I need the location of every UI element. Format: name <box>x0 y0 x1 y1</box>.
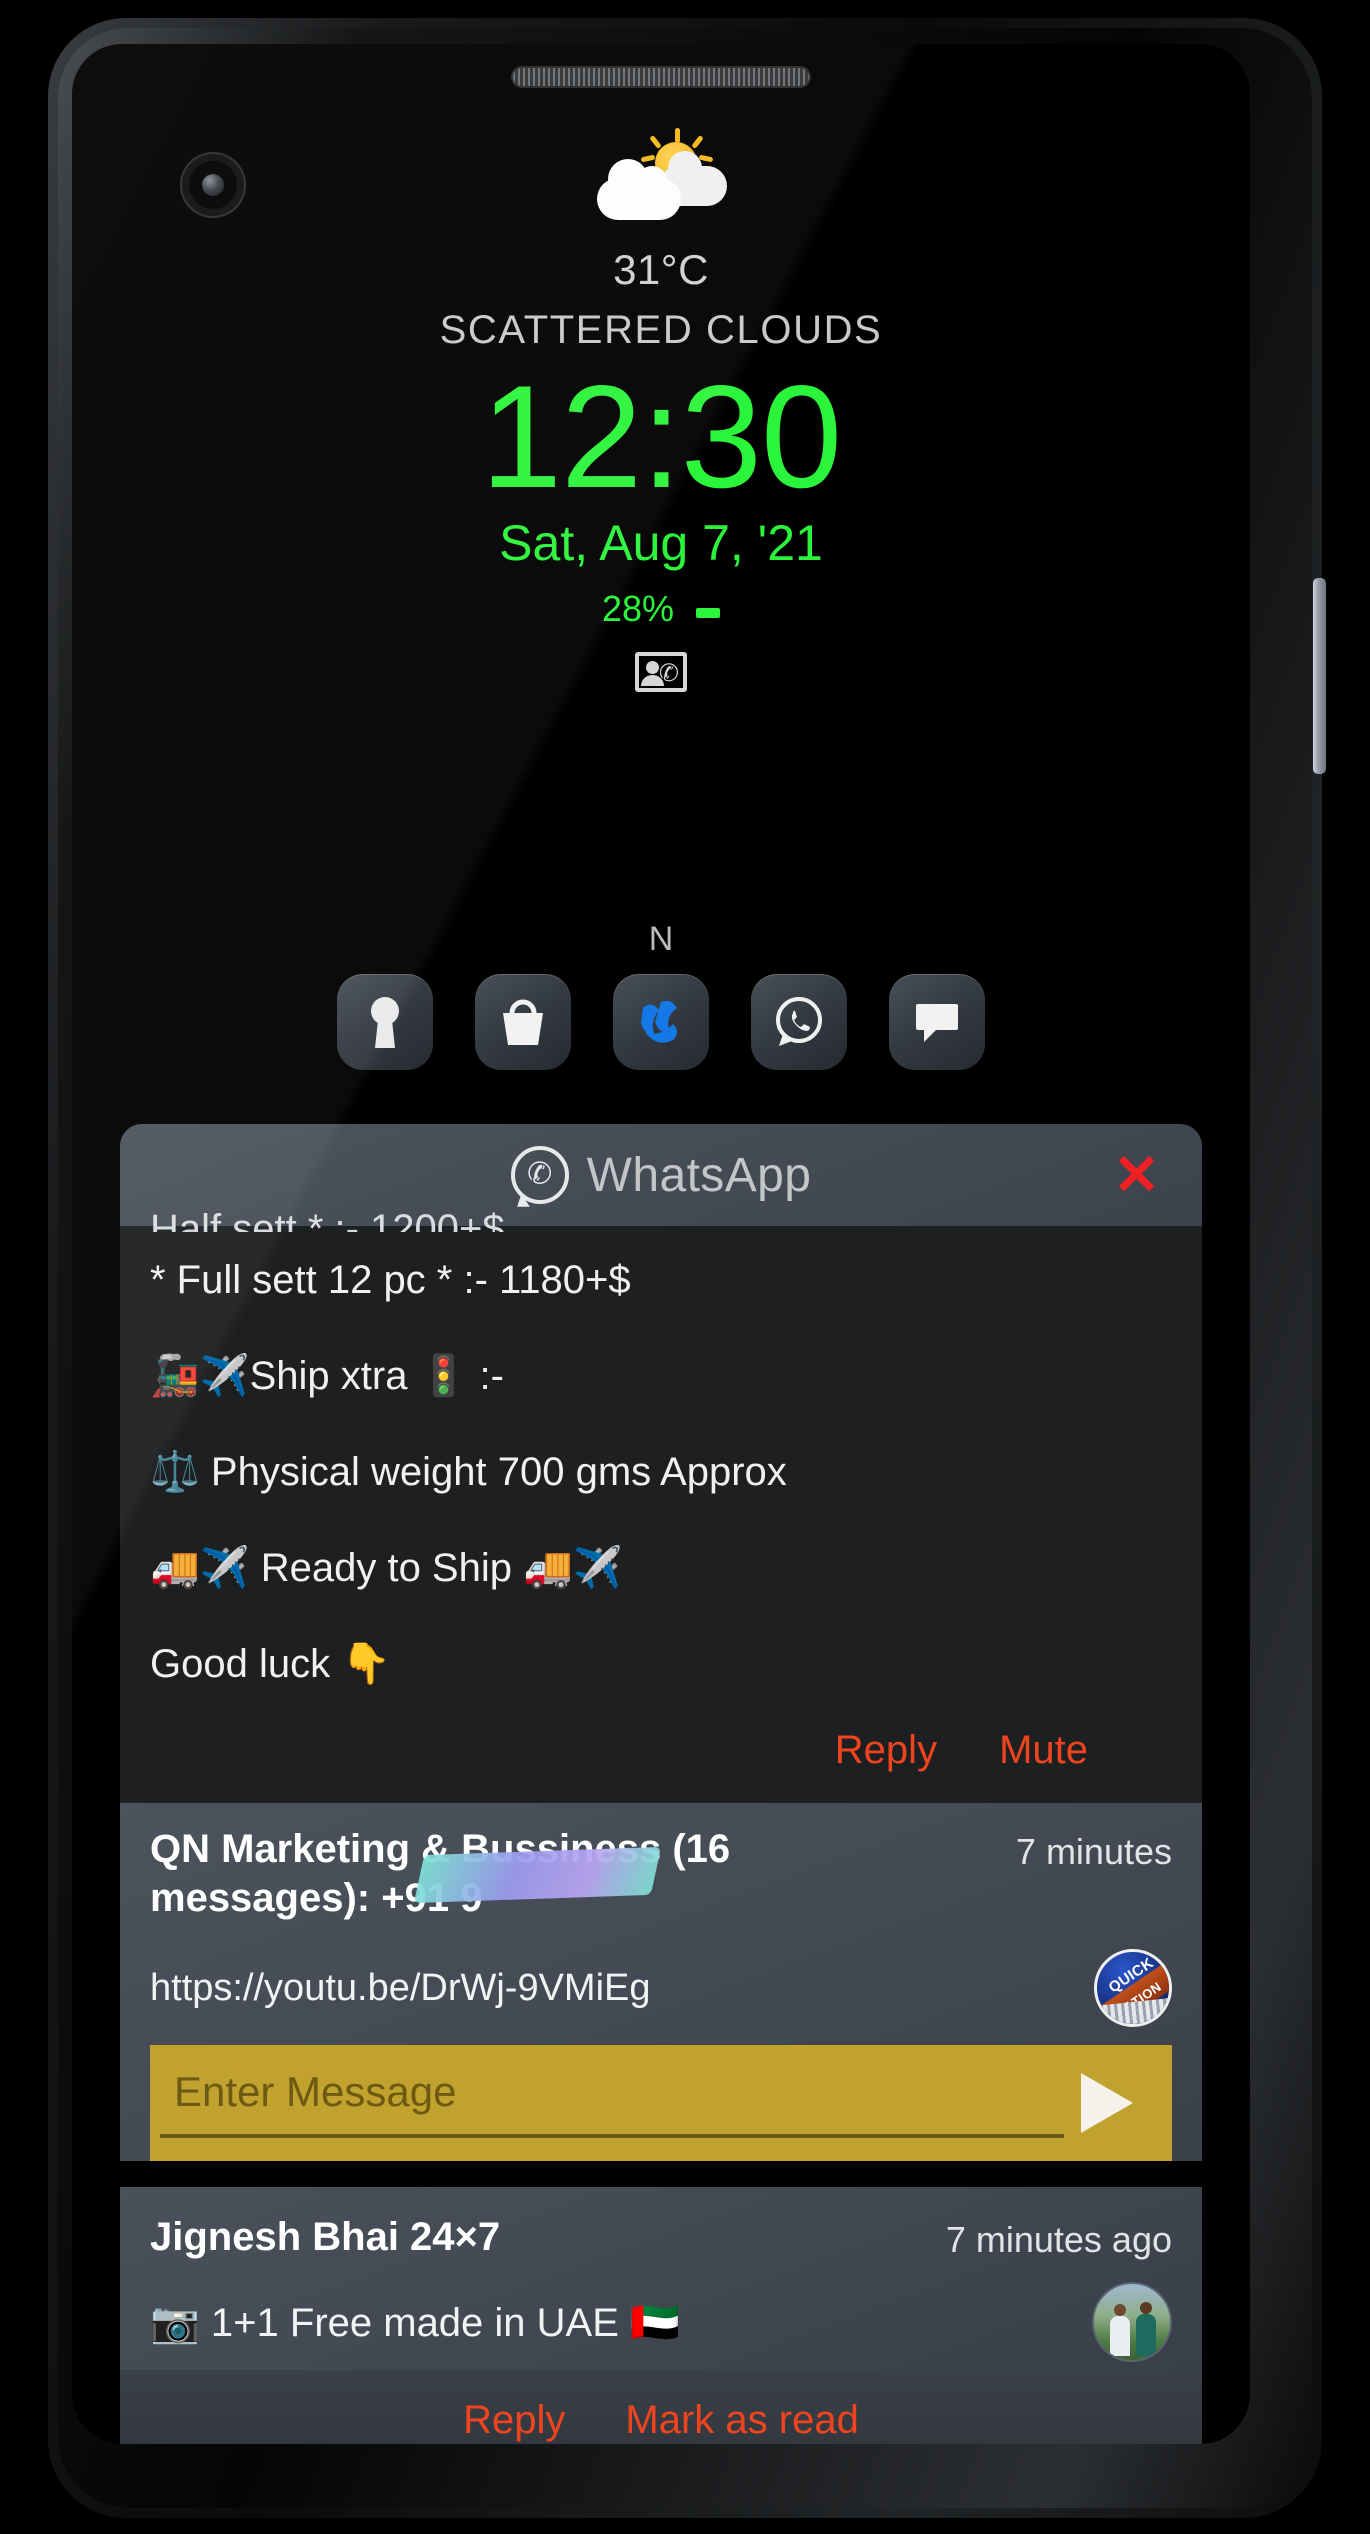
notification-timestamp: 7 minutes ago <box>945 2219 1172 2260</box>
message-line: * Full sett 12 pc * :- 1180+$ <box>150 1258 631 1302</box>
keyhole-icon <box>371 997 399 1048</box>
dock-app-messages[interactable] <box>889 974 985 1070</box>
message-line: 🚂✈️Ship xtra 🚦 :- <box>150 1354 504 1398</box>
notification-sender: Jignesh Bhai 24×7 <box>150 2215 501 2259</box>
notification-message-row: https://youtu.be/DrWj-9VMiEg QUICK NATIO… <box>150 1923 1172 2037</box>
reply-button[interactable]: Reply <box>835 1728 937 1773</box>
message-line: 🚚✈️ Ready to Ship 🚚✈️ <box>150 1546 623 1590</box>
battery-percent-label: 28% <box>601 587 675 629</box>
dock-app-badge-label: N <box>648 920 674 958</box>
notification-actions-container: Reply Mark as read <box>120 2370 1202 2444</box>
notification-header-row: QN Marketing & Bussiness (16 messages): … <box>150 1825 1172 1923</box>
earpiece-speaker <box>511 66 811 88</box>
notification-item-jignesh-bhai[interactable]: Jignesh Bhai 24×7 7 minutes ago 📷 1+1 Fr… <box>120 2187 1202 2370</box>
notification-message-text: 📷 1+1 Free made in UAE 🇦🇪 <box>150 2300 680 2345</box>
mark-as-read-button[interactable]: Mark as read <box>625 2398 858 2443</box>
reply-button[interactable]: Reply <box>463 2398 565 2443</box>
whatsapp-icon <box>776 997 822 1046</box>
dock-app-shopping-bag[interactable] <box>475 974 571 1070</box>
lockscreen-date: Sat, Aug 7, '21 <box>499 514 823 571</box>
app-title: WhatsApp <box>586 1148 812 1202</box>
notification-message-link[interactable]: https://youtu.be/DrWj-9VMiEg <box>150 1967 651 2010</box>
dock-app-blue-app[interactable] <box>613 974 709 1070</box>
battery-status: 28% <box>72 588 1250 630</box>
notification-header-row: Jignesh Bhai 24×7 7 minutes ago <box>150 2213 1172 2262</box>
notification-message-row: 📷 1+1 Free made in UAE 🇦🇪 <box>150 2262 1172 2370</box>
notification-actions: Reply Mark as read <box>120 2370 1202 2444</box>
notification-timestamp: 7 minutes <box>1015 1831 1172 1872</box>
dock-app-keyhole[interactable] <box>337 974 433 1070</box>
lockscreen-clock: 12:30 <box>480 355 842 518</box>
sun-behind-cloud-icon <box>591 128 731 232</box>
battery-level-icon <box>696 607 721 618</box>
notification-item-qn-marketing[interactable]: QN Marketing & Bussiness (16 messages): … <box>120 1803 1202 2161</box>
camera-lens <box>202 174 224 196</box>
message-line: Good luck 👇 <box>150 1642 392 1686</box>
send-arrow-icon[interactable] <box>1064 2073 1150 2133</box>
weather-description: SCATTERED CLOUDS <box>439 308 883 352</box>
whatsapp-icon: ✆ <box>510 1146 569 1204</box>
avatar <box>1092 2282 1172 2362</box>
lockscreen-widget-area: 31°C SCATTERED CLOUDS 12:30 Sat, Aug 7, … <box>72 44 1250 692</box>
whatsapp-notification-panel: ✆ WhatsApp ✕ Half sett * :- 1200+$ * Ful… <box>120 1124 1202 2444</box>
redaction-smudge <box>413 1846 662 1904</box>
inline-reply-box[interactable] <box>150 2045 1172 2161</box>
notification-actions: Reply Mute <box>150 1712 1172 1795</box>
blue-swirl-icon <box>641 1000 677 1043</box>
front-camera-icon <box>182 154 244 216</box>
dock-app-whatsapp[interactable] <box>751 974 847 1070</box>
phone-screen: 31°C SCATTERED CLOUDS 12:30 Sat, Aug 7, … <box>72 44 1250 2444</box>
contact-card-icon: ✆ <box>635 651 687 692</box>
message-line: ⚖️ Physical weight 700 gms Approx <box>150 1450 787 1494</box>
phone-device-frame: 31°C SCATTERED CLOUDS 12:30 Sat, Aug 7, … <box>48 18 1326 2518</box>
avatar: QUICK NATION <box>1094 1949 1172 2027</box>
clipped-message-line: Half sett * :- 1200+$ <box>150 1207 505 1232</box>
weather-temperature: 31°C <box>613 246 709 293</box>
notification-item-message-body[interactable]: Half sett * :- 1200+$ * Full sett 12 pc … <box>120 1206 1202 1803</box>
lockscreen-app-dock <box>72 974 1250 1070</box>
close-icon[interactable]: ✕ <box>1113 1147 1160 1203</box>
reply-message-input[interactable] <box>160 2068 1064 2138</box>
mute-button[interactable]: Mute <box>999 1728 1088 1773</box>
power-button[interactable] <box>1313 578 1326 774</box>
shopping-bag-icon <box>503 999 543 1045</box>
message-bubble-icon <box>916 1004 958 1042</box>
